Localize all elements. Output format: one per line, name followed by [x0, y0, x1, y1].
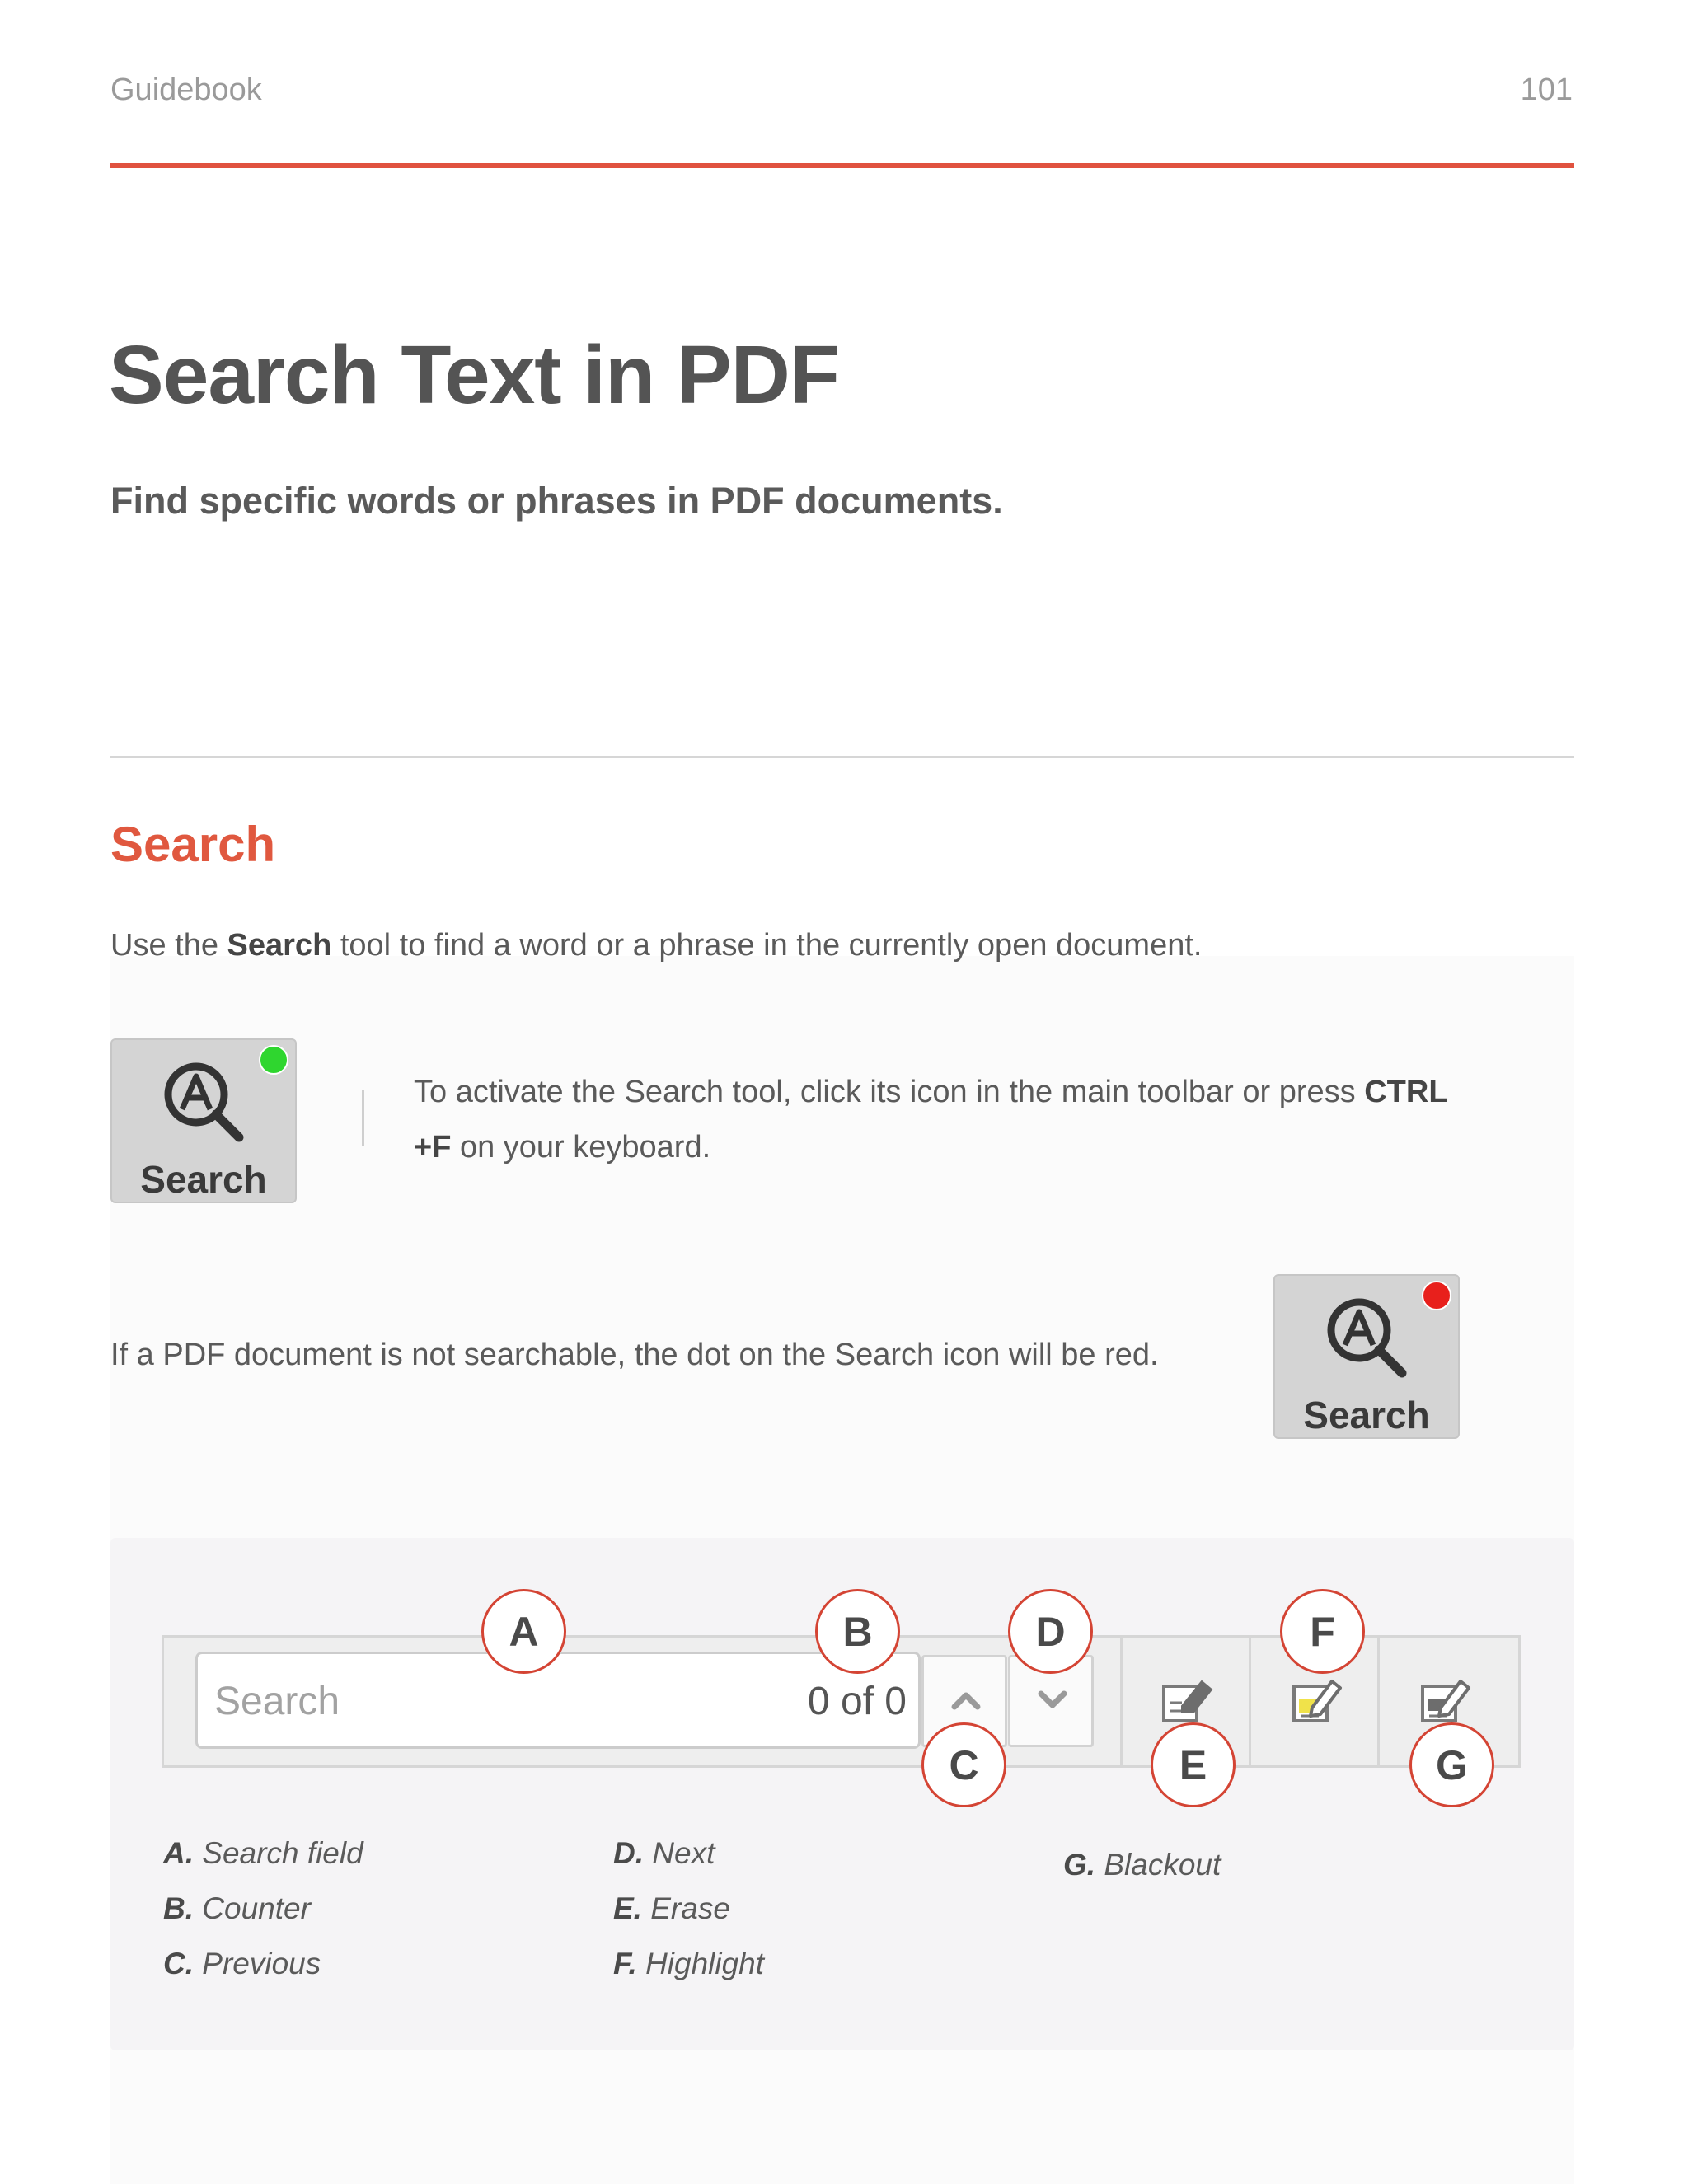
chevron-down-icon [1038, 1690, 1067, 1708]
callout-bar [362, 1090, 364, 1146]
legend-item: C. Previous [163, 1947, 321, 1980]
not-searchable-note: If a PDF document is not searchable, the… [110, 1338, 1159, 1372]
callout-e: E [1151, 1722, 1236, 1807]
legend-item: A. Search field [163, 1836, 363, 1870]
search-placeholder: Search [214, 1680, 340, 1723]
callout-g: G [1409, 1722, 1494, 1807]
legend-item: G. Blackout [1063, 1848, 1221, 1882]
legend-item: F. Highlight [613, 1947, 765, 1980]
callout-b: B [815, 1589, 900, 1674]
legend-item: E. Erase [613, 1891, 730, 1925]
section-heading: Search [110, 817, 276, 872]
not-searchable-status-dot [1422, 1281, 1451, 1310]
legend-item: D. Next [613, 1836, 715, 1870]
page-number: 101 [1520, 73, 1573, 107]
running-title: Guidebook [110, 73, 262, 107]
blackout-icon[interactable] [1416, 1670, 1475, 1729]
activate-instructions: To activate the Search tool, click its i… [414, 1075, 1448, 1165]
search-tool-label: Search [140, 1158, 267, 1201]
search-icon [1327, 1298, 1407, 1378]
search-tool-label: Search [1303, 1394, 1430, 1436]
section-divider [110, 756, 1574, 758]
callout-a: A [481, 1589, 566, 1674]
search-tool-icon-searchable: Search [110, 1038, 297, 1203]
page-subtitle: Find specific words or phrases in PDF do… [110, 480, 1003, 522]
toolbar-separator [1249, 1635, 1251, 1768]
callout-c: C [921, 1722, 1006, 1807]
callout-f: F [1280, 1589, 1365, 1674]
erase-icon[interactable] [1157, 1670, 1217, 1729]
highlight-icon[interactable] [1287, 1670, 1347, 1729]
search-counter: 0 of 0 [807, 1680, 907, 1723]
toolbar-separator [1120, 1635, 1123, 1768]
toolbar-separator [1377, 1635, 1380, 1768]
callout-d: D [1008, 1589, 1093, 1674]
page-title: Search Text in PDF [109, 329, 840, 421]
legend-item: B. Counter [163, 1891, 311, 1925]
search-icon [164, 1062, 244, 1142]
search-tool-icon-not-searchable: Search [1273, 1274, 1460, 1439]
header-rule [110, 163, 1574, 168]
search-input[interactable]: Search 0 of 0 [195, 1652, 921, 1749]
searchable-status-dot [259, 1045, 288, 1075]
chevron-up-icon [951, 1692, 981, 1710]
intro-paragraph: Use the Search tool to find a word or a … [110, 928, 1203, 963]
